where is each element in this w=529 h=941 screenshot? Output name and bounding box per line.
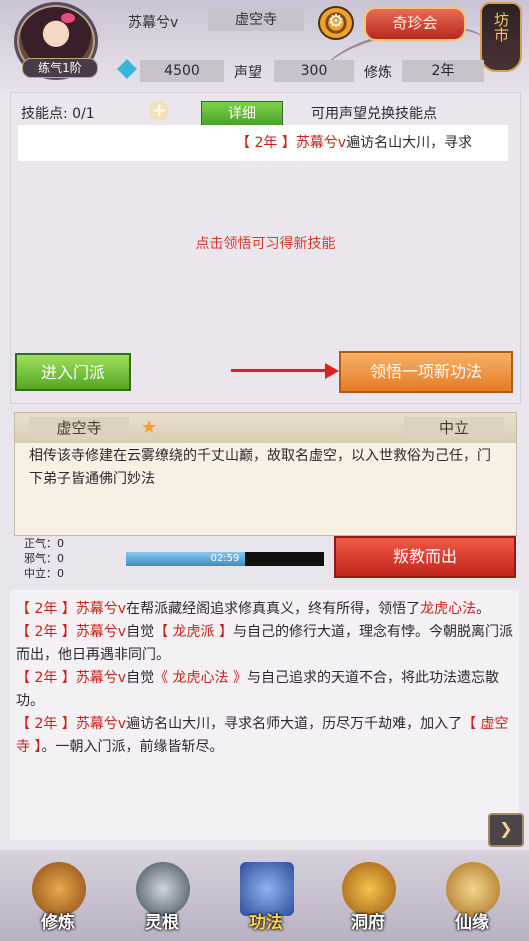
log-highlight: 龙虎心法 (420, 601, 477, 617)
ticker-text: 遍访名山大川，寻求 (346, 135, 473, 151)
hairpin-icon (61, 13, 75, 23)
log-name: 苏幕兮v (75, 716, 127, 732)
market-label: 坊市 (492, 12, 510, 42)
cultivation-value: 2年 (402, 60, 484, 82)
log-entry: 【 2年 】苏幕兮v自觉【 龙虎派 】与自己的修行大道，理念有悖。今朝脱离门派而… (10, 621, 519, 667)
log-name: 苏幕兮v (75, 601, 127, 617)
reputation-label: 声望 (234, 65, 262, 81)
alignment-stats: 正气：0 邪气：0 中立：0 (24, 536, 64, 581)
skill-panel: 技能点: 0/1 + 详细 可用声望兑换技能点 【 2年 】苏幕兮v遍访名山大川… (10, 92, 521, 404)
log-text: 遍访名山大川，寻求名师大道，历尽万千劫难，加入了 (126, 716, 463, 732)
nav-label: 灵根 (145, 913, 179, 933)
comprehend-hint: 点击领悟可习得新技能 (195, 236, 336, 252)
evil-stat: 邪气：0 (24, 552, 64, 565)
arrow-head-icon (325, 363, 339, 379)
market-button[interactable]: 坊市 (480, 2, 522, 72)
rebel-button[interactable]: 叛教而出 (334, 536, 516, 578)
log-entry: 【 2年 】苏幕兮v自觉《 龙虎心法 》与自己追求的天道不合，将此功法遗忘散功。 (10, 667, 519, 713)
sect-info-card: 虚空寺 ★ 中立 相传该寺修建在云雾缭绕的千丈山巅，故取名虚空，以入世救俗为己任… (14, 412, 517, 536)
comprehend-skill-button[interactable]: 领悟一项新功法 (339, 351, 513, 393)
sect-alignment: 中立 (404, 417, 504, 439)
timer-bar: 02:59 (126, 552, 324, 566)
ticker-year: 【 2年 】 (236, 135, 296, 151)
player-name: 苏幕兮v (128, 15, 179, 31)
add-skill-point-icon[interactable]: + (149, 101, 169, 121)
gear-icon[interactable]: ⚙ (318, 6, 354, 40)
timer-text: 02:59 (210, 553, 240, 564)
chevron-right-icon[interactable]: ❯ (488, 813, 524, 847)
nav-label: 仙缘 (455, 913, 489, 933)
log-year: 【 2年 】 (16, 601, 76, 617)
log-year: 【 2年 】 (16, 716, 76, 732)
event-log: 【 2年 】苏幕兮v在帮派藏经阁追求修真真义，终有所得，领悟了龙虎心法。 【 2… (10, 590, 519, 840)
ticker-name: 苏幕兮v (295, 135, 347, 151)
log-text: 在帮派藏经阁追求修真真义，终有所得，领悟了 (126, 601, 421, 617)
nav-spirit-root[interactable]: 灵根 (112, 850, 212, 941)
log-name: 苏幕兮v (75, 670, 127, 686)
sect-card-name: 虚空寺 (29, 417, 129, 439)
log-year: 【 2年 】 (16, 624, 76, 640)
top-bar: 练气1阶 苏幕兮v 虚空寺 ⚙ 奇珍会 坊市 4500 声望 300 修炼 2年 (0, 0, 529, 105)
cultivation-label: 修炼 (364, 65, 392, 81)
qizhen-button[interactable]: 奇珍会 (364, 7, 466, 41)
news-ticker: 【 2年 】苏幕兮v遍访名山大川，寻求 (18, 125, 508, 161)
nav-label: 洞府 (351, 913, 385, 933)
pointer-arrow (231, 369, 329, 372)
exchange-label: 可用声望兑换技能点 (311, 106, 437, 122)
log-entry: 【 2年 】苏幕兮v在帮派藏经阁追求修真真义，终有所得，领悟了龙虎心法。 (10, 598, 519, 621)
nav-cave[interactable]: 洞府 (318, 850, 418, 941)
log-highlight: 《 龙虎心法 》 (154, 670, 248, 686)
skill-points: 技能点: 0/1 (21, 106, 95, 122)
log-text-end: 。一朝入门派，前缘皆斩尽。 (41, 739, 224, 755)
nav-skills[interactable]: 功法 (216, 850, 316, 941)
neutral-stat: 中立：0 (24, 567, 64, 580)
sect-description: 相传该寺修建在云雾缭绕的千丈山巅，故取名虚空，以入世救俗为己任，门下弟子皆通佛门… (29, 448, 491, 487)
nav-label: 修炼 (41, 913, 75, 933)
bottom-nav: 修炼 灵根 功法 洞府 仙缘 (0, 850, 529, 941)
sect-name: 虚空寺 (208, 9, 304, 31)
nav-cultivate[interactable]: 修炼 (8, 850, 108, 941)
log-text-end: 。 (476, 601, 491, 617)
detail-button[interactable]: 详细 (201, 101, 283, 127)
join-sect-button[interactable]: 进入门派 (15, 353, 131, 391)
log-name: 苏幕兮v (75, 624, 127, 640)
log-highlight: 【 龙虎派 】 (154, 624, 234, 640)
log-text: 自觉 (126, 670, 155, 686)
spirit-stone-value: 4500 (140, 60, 224, 82)
nav-label: 功法 (249, 913, 283, 933)
righteous-stat: 正气：0 (24, 537, 64, 550)
reputation-value: 300 (274, 60, 354, 82)
spirit-stone-icon (117, 59, 137, 79)
cultivation-level-tag: 练气1阶 (22, 58, 98, 78)
star-icon: ★ (141, 417, 158, 438)
log-entry: 【 2年 】苏幕兮v遍访名山大川，寻求名师大道，历尽万千劫难，加入了【 虚空寺 … (10, 713, 519, 759)
nav-destiny[interactable]: 仙缘 (422, 850, 522, 941)
log-year: 【 2年 】 (16, 670, 76, 686)
log-text: 自觉 (126, 624, 155, 640)
